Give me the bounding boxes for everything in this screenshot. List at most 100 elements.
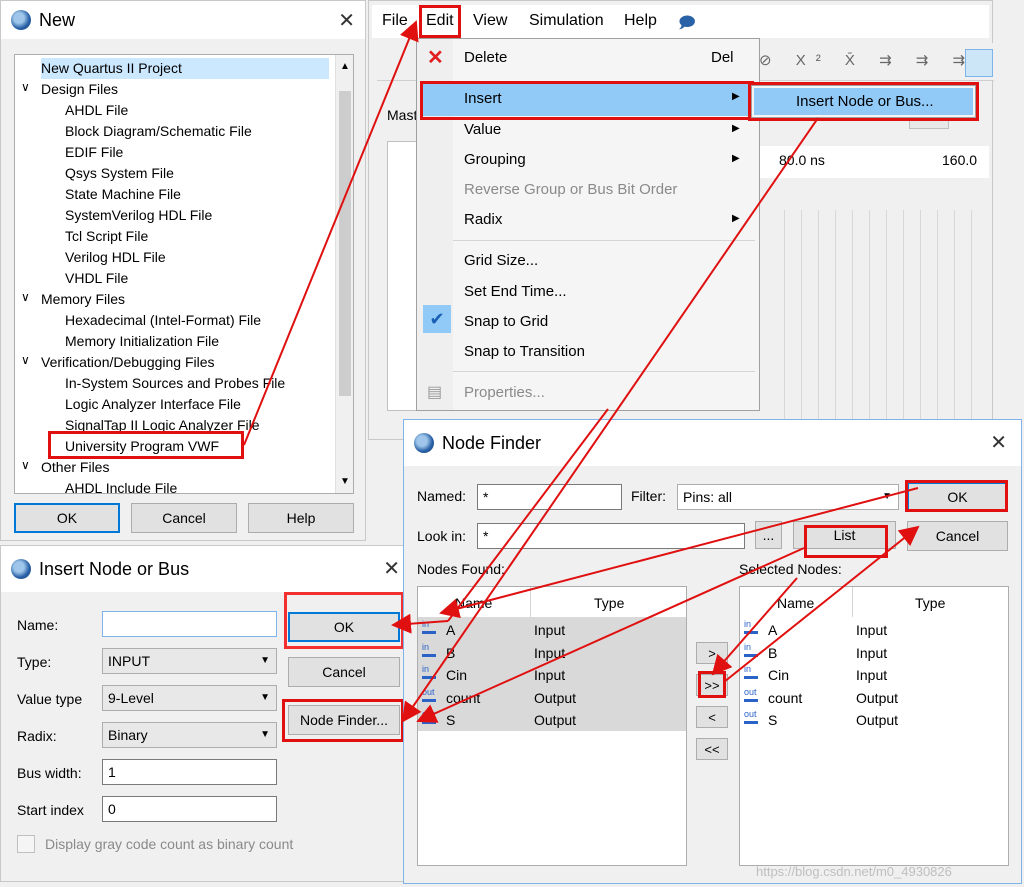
output-pin-icon: out	[422, 710, 444, 728]
menu-file[interactable]: File	[382, 12, 408, 30]
nodes-found-table[interactable]: Name Type in A Input in B Input in Cin Input out c…	[417, 586, 687, 866]
nodes-found-label: Nodes Found:	[417, 561, 505, 577]
tree-item[interactable]: Logic Analyzer Interface File	[65, 394, 241, 415]
menu-view[interactable]: View	[473, 12, 507, 30]
selected-nodes-table[interactable]: Name Type in A Input in B Input in Cin Input out c…	[739, 586, 1009, 866]
selected-node-name[interactable]: B	[768, 642, 777, 664]
menu-item-set-end-time[interactable]: Set End Time...	[464, 283, 567, 300]
tree-item[interactable]: SystemVerilog HDL File	[65, 205, 212, 226]
menu-separator	[453, 240, 755, 241]
selected-node-name[interactable]: Cin	[768, 664, 789, 686]
output-pin-icon: out	[422, 687, 444, 706]
close-icon-3[interactable]: ✕	[990, 430, 1007, 455]
menu-item-value[interactable]: Value	[464, 121, 501, 138]
look-in-input[interactable]: *	[477, 523, 745, 549]
tree-item[interactable]: Verilog HDL File	[65, 247, 166, 268]
quartus-logo-icon	[11, 10, 31, 30]
gray-code-checkbox	[17, 835, 35, 853]
time-160: 160.0	[942, 152, 978, 168]
delete-icon: ✕	[427, 47, 444, 69]
chevron-expand-icon[interactable]: ∨	[21, 458, 30, 472]
tree-item[interactable]: AHDL Include File	[65, 478, 177, 493]
filter-select[interactable]: Pins: all ▼	[677, 484, 899, 510]
new-cancel-button[interactable]: Cancel	[131, 503, 237, 533]
feedback-icon[interactable]: 🗩	[678, 12, 696, 39]
value-arrow-icon: ▶	[732, 123, 740, 134]
selected-node-name[interactable]: A	[768, 619, 777, 641]
tree-item[interactable]: Verification/Debugging Files	[41, 352, 215, 373]
wave-grid-line	[784, 210, 785, 445]
tree-scrollbar[interactable]: ▲ ▼	[335, 55, 353, 493]
tree-item[interactable]: AHDL File	[65, 100, 128, 121]
wave-grid-line	[869, 210, 870, 445]
tree-item[interactable]: Qsys System File	[65, 163, 174, 184]
tree-item[interactable]: In-System Sources and Probes File	[65, 373, 285, 394]
scroll-up-icon[interactable]: ▲	[340, 61, 350, 72]
chevron-expand-icon[interactable]: ∨	[21, 290, 30, 304]
new-dialog-titlebar: New ✕	[1, 1, 365, 39]
tree-item[interactable]: Other Files	[41, 457, 109, 478]
selected-node-name[interactable]: count	[768, 687, 802, 709]
chevron-down-icon-3: ▼	[260, 729, 270, 740]
close-icon-2[interactable]: ✕	[383, 556, 400, 581]
browse-button[interactable]: ...	[755, 521, 782, 549]
found-node-name[interactable]: A	[446, 619, 455, 641]
tree-item[interactable]: Block Diagram/Schematic File	[65, 121, 252, 142]
highlight-insert-node-or-bus	[748, 82, 979, 121]
value-type-select[interactable]: 9-Level ▼	[102, 685, 277, 711]
wave-grid-line	[971, 210, 972, 445]
menu-simulation[interactable]: Simulation	[529, 12, 604, 30]
finder-cancel-button[interactable]: Cancel	[907, 521, 1008, 551]
name-input[interactable]	[102, 611, 277, 637]
menu-item-grid-size[interactable]: Grid Size...	[464, 252, 538, 269]
close-icon[interactable]: ✕	[338, 8, 355, 33]
value-type-select-value: 9-Level	[108, 690, 154, 706]
selected-nodes-label: Selected Nodes:	[739, 561, 842, 577]
found-node-name[interactable]: Cin	[446, 664, 467, 686]
menu-item-delete[interactable]: Delete	[464, 49, 507, 66]
radix-select[interactable]: Binary ▼	[102, 722, 277, 748]
bus-width-input[interactable]: 1	[102, 759, 277, 785]
filter-label: Filter:	[631, 488, 666, 504]
found-node-name[interactable]: count	[446, 687, 480, 709]
toolbar-end-button[interactable]	[965, 49, 993, 77]
tree-item[interactable]: Tcl Script File	[65, 226, 148, 247]
scroll-thumb[interactable]	[339, 91, 351, 396]
menu-help[interactable]: Help	[624, 12, 657, 30]
menu-item-radix[interactable]: Radix	[464, 211, 502, 228]
watermark: https://blog.csdn.net/m0_4930826	[756, 864, 952, 879]
tree-item[interactable]: State Machine File	[65, 184, 181, 205]
input-pin-icon: in	[744, 665, 766, 683]
selected-node-type: Input	[856, 667, 888, 683]
tree-item[interactable]: EDIF File	[65, 142, 123, 163]
menu-item-grouping[interactable]: Grouping	[464, 151, 526, 168]
insert-cancel-button[interactable]: Cancel	[288, 657, 400, 687]
remove-all-button[interactable]: <<	[696, 738, 728, 760]
new-help-button[interactable]: Help	[248, 503, 354, 533]
chevron-expand-icon[interactable]: ∨	[21, 80, 30, 94]
selected-node-name[interactable]: S	[768, 709, 777, 731]
found-col-divider	[530, 587, 531, 617]
remove-button[interactable]: <	[696, 706, 728, 728]
found-node-name[interactable]: S	[446, 709, 455, 731]
start-index-input[interactable]: 0	[102, 796, 277, 822]
tree-item[interactable]: Memory Files	[41, 289, 125, 310]
scroll-down-icon[interactable]: ▼	[340, 476, 350, 487]
new-ok-button[interactable]: OK	[14, 503, 120, 533]
tree-item[interactable]: Design Files	[41, 79, 118, 100]
tree-item[interactable]: Memory Initialization File	[65, 331, 219, 352]
tree-item[interactable]: New Quartus II Project	[41, 58, 182, 79]
type-select[interactable]: INPUT ▼	[102, 648, 277, 674]
found-node-name[interactable]: B	[446, 642, 455, 664]
menu-item-snap-grid[interactable]: Snap to Grid	[464, 313, 548, 330]
named-input[interactable]: *	[477, 484, 622, 510]
file-type-tree[interactable]: New Quartus II Project ∨ Design Files AHDL …	[14, 54, 354, 494]
tree-item[interactable]: VHDL File	[65, 268, 128, 289]
tree-item[interactable]: Hexadecimal (Intel-Format) File	[65, 310, 261, 331]
wave-grid-line	[886, 210, 887, 445]
highlight-university-vwf	[48, 431, 244, 459]
add-button[interactable]: >	[696, 642, 728, 664]
wave-grid-line	[852, 210, 853, 445]
menu-item-snap-transition[interactable]: Snap to Transition	[464, 343, 585, 360]
chevron-expand-icon[interactable]: ∨	[21, 353, 30, 367]
